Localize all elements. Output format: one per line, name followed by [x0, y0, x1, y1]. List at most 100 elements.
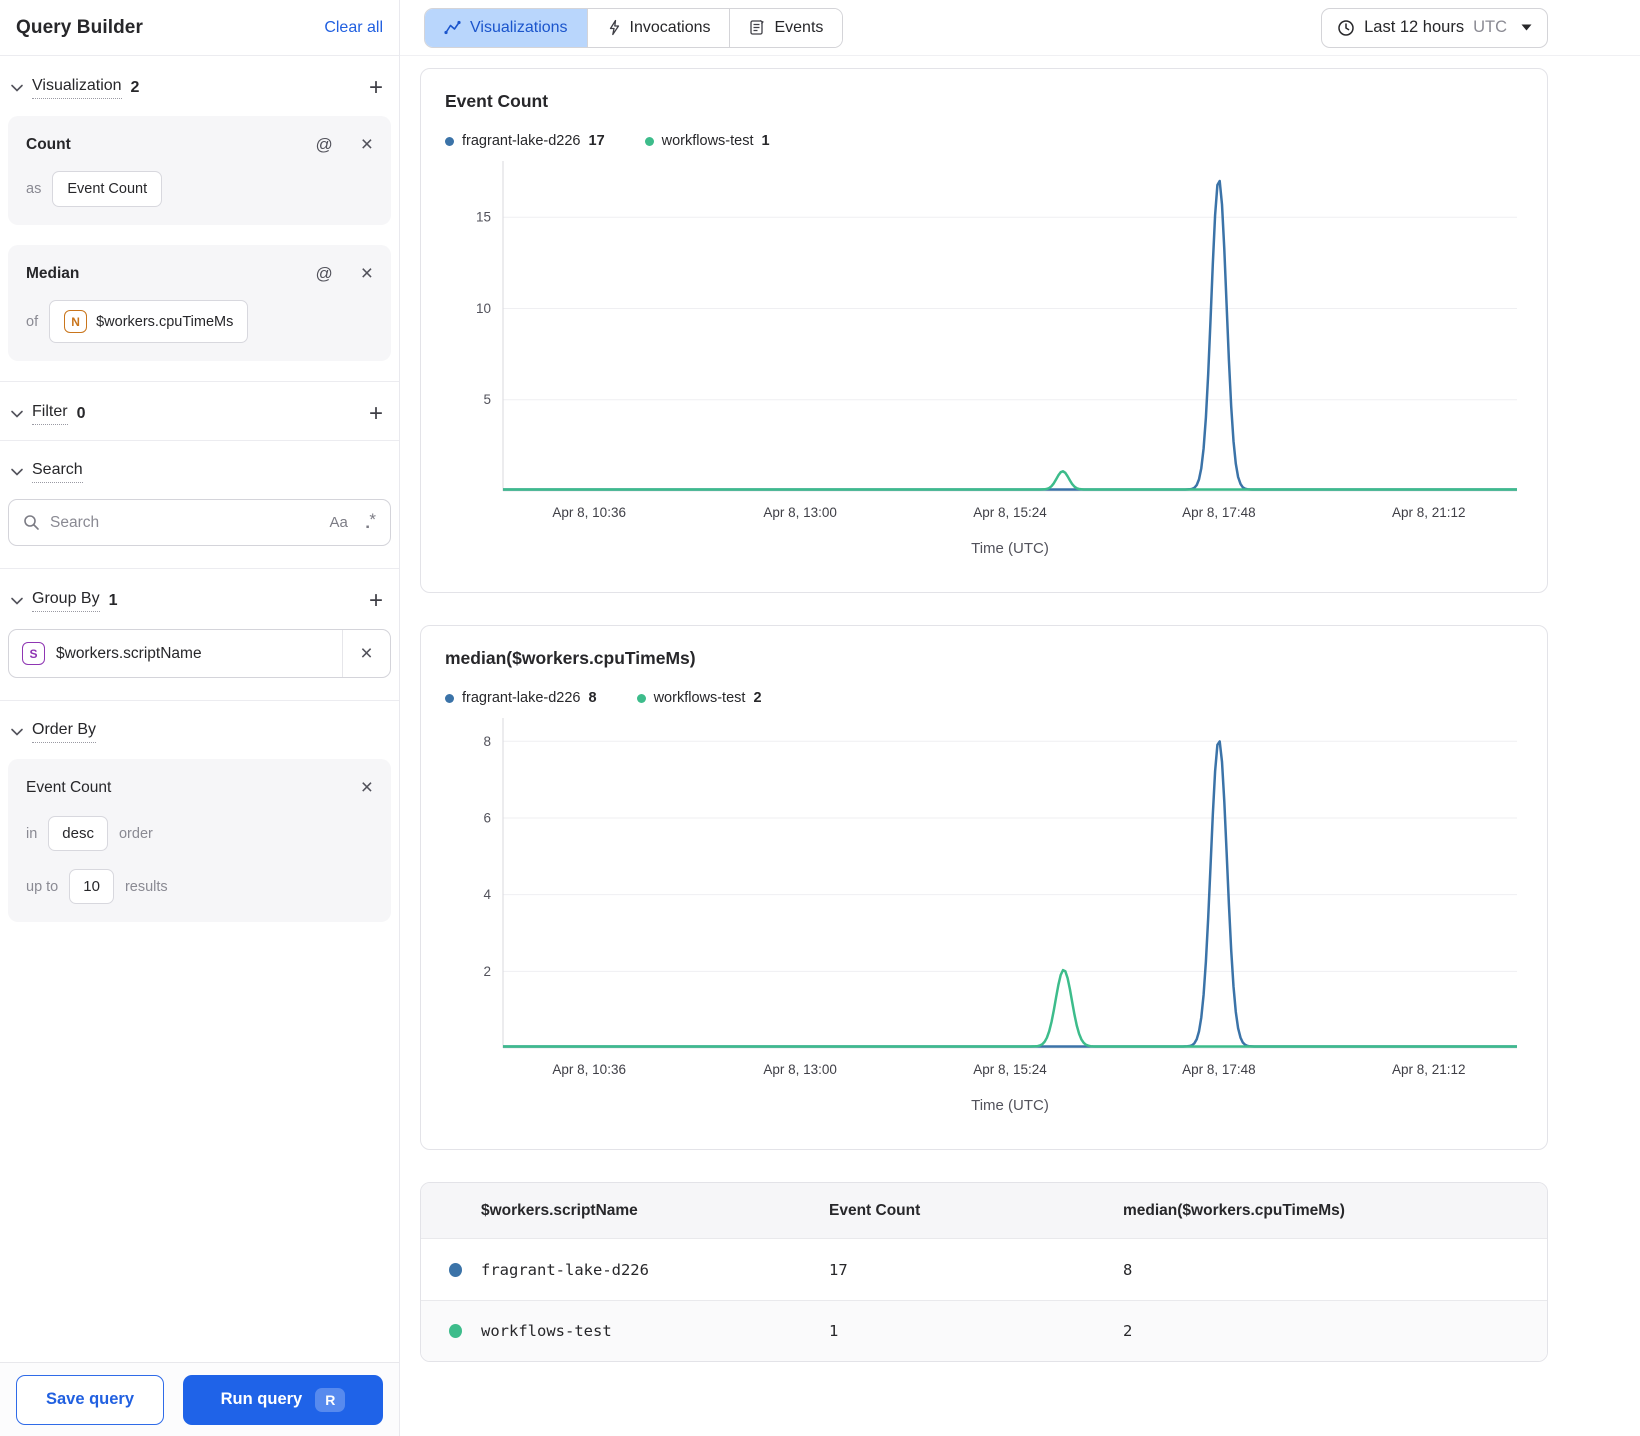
chevron-down-icon[interactable]: [10, 594, 24, 608]
svg-text:Apr 8, 17:48: Apr 8, 17:48: [1182, 505, 1256, 520]
results-table-card: $workers.scriptName Event Count median($…: [420, 1182, 1548, 1362]
at-icon[interactable]: @: [315, 136, 332, 153]
cell-script-name: fragrant-lake-d226: [481, 1260, 649, 1279]
add-filter-button[interactable]: +: [369, 402, 383, 426]
result-limit-pill[interactable]: 10: [69, 869, 114, 904]
at-icon[interactable]: @: [315, 265, 332, 282]
match-case-toggle[interactable]: Aa: [329, 514, 347, 531]
legend-series-total: 1: [761, 133, 770, 149]
timezone-label: UTC: [1473, 18, 1507, 36]
chevron-down-icon[interactable]: [10, 465, 24, 479]
median-cputime-chart-card: median($workers.cpuTimeMs) fragrant-lake…: [420, 625, 1548, 1150]
table-row: workflows-test 1 2: [421, 1300, 1547, 1361]
line-chart-icon: [444, 20, 461, 35]
group-by-item[interactable]: S $workers.scriptName ×: [8, 629, 391, 678]
cell-event-count: 1: [829, 1322, 839, 1340]
close-icon[interactable]: ×: [361, 777, 373, 798]
visualization-card-title: Count: [26, 135, 71, 153]
legend-series-total: 8: [588, 690, 597, 706]
event-count-chart: 5 10 15 Apr 8, 10:36 Apr 8, 13:00 Apr 8, 15:2…: [445, 153, 1523, 578]
chevron-down-icon[interactable]: [10, 407, 24, 421]
order-by-card: Event Count × in desc order up to 10 res…: [8, 759, 391, 922]
query-builder-sidebar: Query Builder Clear all Visualization 2 …: [0, 0, 400, 1436]
visualization-card-count: Count @ × as Event Count: [8, 116, 391, 225]
page-title: Query Builder: [16, 16, 143, 38]
time-range-button[interactable]: Last 12 hours UTC: [1321, 7, 1548, 48]
legend-item[interactable]: fragrant-lake-d226 17: [445, 133, 605, 149]
svg-text:15: 15: [476, 210, 491, 225]
main-panel: Visualizations Invocations Events Last 1…: [400, 0, 1640, 1436]
close-icon[interactable]: ×: [361, 263, 373, 284]
tab-events[interactable]: Events: [730, 8, 843, 47]
series-dot: [449, 1262, 462, 1277]
remove-group-by-icon[interactable]: ×: [342, 630, 390, 677]
chevron-down-icon[interactable]: [10, 81, 24, 95]
of-label: of: [26, 313, 39, 330]
svg-text:Apr 8, 10:36: Apr 8, 10:36: [552, 505, 626, 520]
regex-icon[interactable]: ▪*: [366, 510, 376, 535]
visualization-section-label: Visualization: [32, 77, 122, 99]
order-label: order: [118, 825, 153, 842]
column-header-event-count: Event Count: [829, 1201, 921, 1219]
visualization-count: 2: [130, 79, 140, 96]
series-dot: [644, 136, 654, 146]
in-label: in: [26, 825, 38, 842]
tab-invocations[interactable]: Invocations: [587, 8, 731, 47]
svg-text:4: 4: [483, 887, 491, 902]
chevron-down-icon: [1521, 24, 1532, 31]
save-query-button[interactable]: Save query: [16, 1374, 164, 1425]
svg-text:Apr 8, 21:12: Apr 8, 21:12: [1392, 505, 1466, 520]
tab-visualizations[interactable]: Visualizations: [425, 8, 588, 47]
visualization-field-pill[interactable]: N $workers.cpuTimeMs: [49, 300, 249, 343]
clear-all-link[interactable]: Clear all: [324, 19, 383, 37]
tab-label: Visualizations: [470, 18, 568, 36]
table-header-row: $workers.scriptName Event Count median($…: [421, 1183, 1547, 1239]
cell-script-name: workflows-test: [481, 1322, 612, 1340]
cell-median: 8: [1123, 1260, 1133, 1279]
visualization-field-value: $workers.cpuTimeMs: [96, 313, 234, 330]
svg-text:Time (UTC): Time (UTC): [971, 540, 1049, 557]
series-dot: [445, 136, 454, 146]
tab-label: Invocations: [629, 18, 711, 36]
svg-text:Apr 8, 17:48: Apr 8, 17:48: [1182, 1062, 1256, 1077]
legend-item[interactable]: workflows-test 2: [636, 690, 762, 706]
results-label: results: [124, 878, 168, 895]
legend-item[interactable]: workflows-test 1: [644, 133, 770, 149]
clock-icon: [1337, 19, 1355, 37]
visualization-section-header: Visualization 2 +: [0, 56, 399, 114]
svg-text:2: 2: [483, 964, 491, 979]
chevron-down-icon[interactable]: [10, 725, 24, 739]
svg-text:Apr 8, 15:24: Apr 8, 15:24: [973, 505, 1047, 520]
search-section-header: Search: [0, 441, 399, 497]
lightning-icon: [607, 19, 621, 36]
chart-legend: fragrant-lake-d226 17 workflows-test 1: [445, 133, 1523, 149]
search-input[interactable]: [50, 513, 320, 532]
group-by-field-value: $workers.scriptName: [56, 644, 202, 662]
series-dot: [449, 1324, 462, 1338]
close-icon[interactable]: ×: [361, 134, 373, 155]
svg-text:Time (UTC): Time (UTC): [971, 1097, 1049, 1114]
as-label: as: [26, 181, 42, 197]
view-tabs: Visualizations Invocations Events: [424, 7, 844, 48]
group-by-count: 1: [108, 592, 118, 609]
event-count-chart-card: Event Count fragrant-lake-d226 17 workfl…: [420, 68, 1548, 593]
run-query-label: Run query: [220, 1390, 303, 1408]
median-cputime-chart: 2 4 6 8 Apr 8, 10:36 Apr 8, 13:00 Apr 8, 15:24…: [445, 710, 1523, 1135]
column-header-script-name: $workers.scriptName: [481, 1201, 638, 1219]
legend-series-name: workflows-test: [661, 133, 754, 149]
table-row: fragrant-lake-d226 17 8: [421, 1239, 1547, 1300]
legend-item[interactable]: fragrant-lake-d226 8: [445, 690, 597, 706]
svg-text:5: 5: [483, 392, 491, 407]
add-visualization-button[interactable]: +: [369, 76, 383, 100]
sort-direction-pill[interactable]: desc: [48, 816, 108, 851]
cell-median: 2: [1123, 1322, 1133, 1340]
run-query-button[interactable]: Run query R: [183, 1374, 383, 1425]
filter-count: 0: [76, 405, 86, 422]
visualization-alias-pill[interactable]: Event Count: [52, 171, 163, 207]
svg-text:6: 6: [483, 810, 491, 825]
filter-section-header: Filter 0 +: [0, 382, 399, 440]
series-dot: [445, 693, 454, 703]
svg-text:Apr 8, 10:36: Apr 8, 10:36: [552, 1062, 626, 1077]
add-group-by-button[interactable]: +: [369, 589, 383, 613]
chart-title: median($workers.cpuTimeMs): [445, 648, 696, 668]
